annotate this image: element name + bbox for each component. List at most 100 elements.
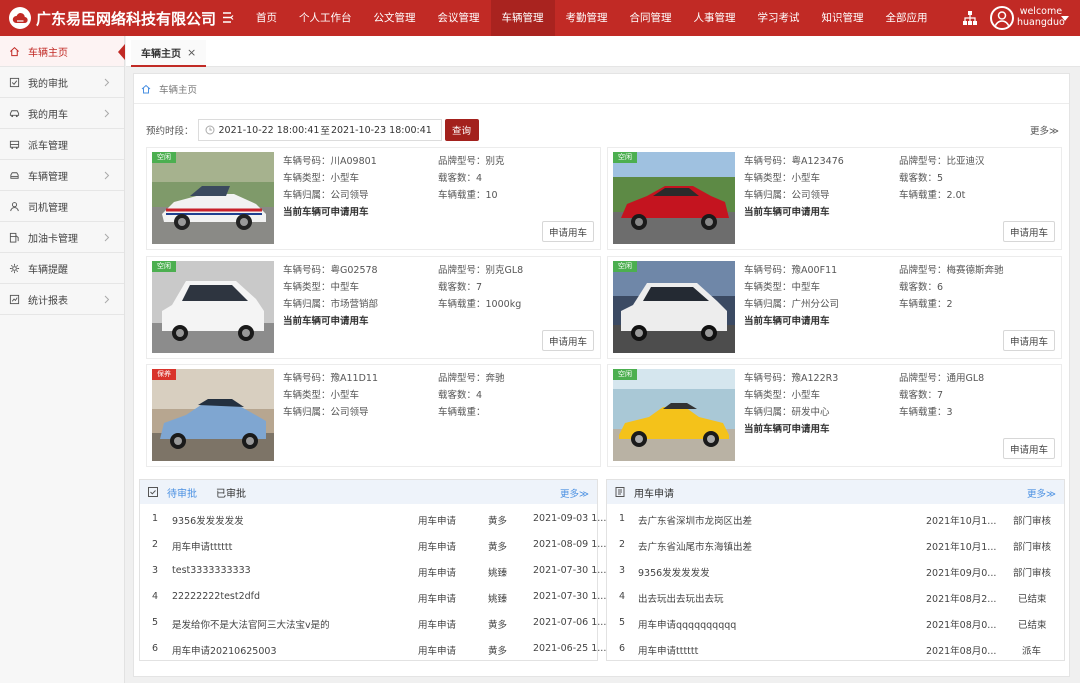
table-row[interactable]: 4 出去玩出去玩出去玩 2021年08月2... 已结束: [607, 584, 1064, 610]
sidebar-item-my-car-use[interactable]: 我的用车: [0, 98, 124, 129]
brand-value: 别克: [485, 156, 505, 167]
apply-car-button[interactable]: 申请用车: [1003, 221, 1055, 242]
table-row[interactable]: 6 用车申请20210625003 用车申请 黄多 2021-06-25 1...: [140, 636, 606, 662]
field-label: 品牌型号：: [899, 265, 947, 276]
apply-car-button[interactable]: 申请用车: [542, 221, 594, 242]
user-menu-caret-icon[interactable]: [1061, 16, 1069, 21]
sidebar-item-drivers[interactable]: 司机管理: [0, 191, 124, 222]
table-row[interactable]: 2 去广东省汕尾市东海镇出差 2021年10月1... 部门审核: [607, 532, 1064, 558]
table-row[interactable]: 1 去广东省深圳市龙岗区出差 2021年10月1... 部门审核: [607, 506, 1064, 532]
table-row[interactable]: 6 用车申请tttttt 2021年08月0... 派车: [607, 636, 1064, 662]
car-icon: [9, 109, 20, 117]
load-field: 车辆载重：: [438, 404, 505, 421]
table-row[interactable]: 1 9356发发发发发 用车申请 黄多 2021-09-03 1...: [140, 506, 606, 532]
nav-contracts[interactable]: 合同管理: [619, 0, 683, 36]
chevron-right-icon: [104, 78, 110, 87]
home-icon: [10, 46, 19, 56]
nav-all-apps[interactable]: 全部应用: [875, 0, 939, 36]
row-title[interactable]: 9356发发发发发: [172, 513, 244, 527]
nav-meetings[interactable]: 会议管理: [427, 0, 491, 36]
field-label: 车辆载重：: [899, 190, 947, 201]
table-row[interactable]: 5 用车申请qqqqqqqqqq 2021年08月0... 已结束: [607, 610, 1064, 636]
apply-car-button[interactable]: 申请用车: [1003, 438, 1055, 459]
car-info-right: 品牌型号：梅赛德斯奔驰 载客数：6 车辆载重：2: [899, 262, 1004, 313]
brand-field: 品牌型号：奔驰: [438, 370, 505, 387]
field-label: 载客数：: [438, 282, 477, 293]
nav-documents[interactable]: 公文管理: [363, 0, 427, 36]
user-avatar-icon[interactable]: [990, 6, 1014, 30]
sidebar-item-vehicle-manage[interactable]: 车辆管理: [0, 160, 124, 191]
fuel-icon: [9, 232, 19, 243]
sidebar-item-reminders[interactable]: 车辆提醒: [0, 253, 124, 284]
gear-icon: [9, 263, 20, 273]
row-title[interactable]: 用车申请20210625003: [172, 643, 277, 657]
sidebar-item-reports[interactable]: 统计报表: [0, 284, 124, 315]
car-info-right: 品牌型号：别克GL8 载客数：7 车辆载重：1000kg: [438, 262, 523, 313]
table-row[interactable]: 3 9356发发发发发 2021年09月0... 部门审核: [607, 558, 1064, 584]
nav-learning[interactable]: 学习考试: [747, 0, 811, 36]
tab-vehicle-home[interactable]: 车辆主页 ×: [131, 40, 207, 67]
car-card: 空闲 车辆号码：川A09801 车辆类型：小型车 车辆归属：公司领导 品牌型号：…: [146, 147, 601, 250]
sidebar-item-vehicle-home[interactable]: 车辆主页: [0, 36, 125, 67]
row-number: 1: [619, 513, 626, 524]
more-link[interactable]: 更多≫: [1030, 123, 1059, 137]
table-row[interactable]: 2 用车申请tttttt 用车申请 黄多 2021-08-09 1...: [140, 532, 606, 558]
row-title[interactable]: 9356发发发发发: [638, 565, 710, 579]
check-square-icon: [9, 77, 20, 87]
row-date: 2021年10月1...: [926, 542, 997, 553]
nav-vehicles[interactable]: 车辆管理: [490, 0, 555, 36]
nav-hr[interactable]: 人事管理: [683, 0, 747, 36]
row-title[interactable]: test3333333333: [172, 565, 251, 576]
sidebar-item-fuel-cards[interactable]: 加油卡管理: [0, 222, 124, 253]
user-name: huangduo: [1017, 17, 1065, 28]
tab-approved[interactable]: 已审批: [216, 485, 246, 500]
row-title[interactable]: 去广东省汕尾市东海镇出差: [638, 539, 752, 553]
row-date: 2021-06-25 1...: [533, 643, 607, 654]
row-title[interactable]: 去广东省深圳市龙岗区出差: [638, 513, 752, 527]
more-link[interactable]: 更多≫: [560, 486, 589, 500]
table-row[interactable]: 5 是发给你不是大法官阿三大法宝v是的 用车申请 黄多 2021-07-06 1...: [140, 610, 606, 636]
seats-field: 载客数：6: [899, 279, 1004, 296]
load-value: 2.0t: [946, 190, 966, 201]
nav-attendance[interactable]: 考勤管理: [555, 0, 619, 36]
nav-home[interactable]: 首页: [245, 0, 288, 36]
seats-field: 载客数：7: [438, 279, 523, 296]
row-number: 6: [152, 643, 159, 654]
sidebar-item-my-approvals[interactable]: 我的审批: [0, 67, 124, 98]
row-title[interactable]: 22222222test2dfd: [172, 591, 260, 602]
plate-value: 粤G02578: [330, 265, 378, 276]
tab-bar: 车辆主页 ×: [126, 36, 1080, 67]
plate-field: 车辆号码：粤G02578: [283, 262, 378, 279]
nav-knowledge[interactable]: 知识管理: [811, 0, 875, 36]
user-info[interactable]: welcome huangduo: [1017, 6, 1065, 28]
tab-pending[interactable]: 待审批: [167, 485, 197, 500]
field-label: 车辆类型：: [283, 390, 331, 401]
row-status: 部门审核: [1013, 516, 1052, 527]
car-photo: [152, 369, 274, 461]
row-title[interactable]: 用车申请tttttt: [172, 539, 232, 553]
type-value: 中型车: [330, 282, 360, 293]
query-button[interactable]: 查询: [444, 119, 479, 141]
row-title[interactable]: 用车申请tttttt: [638, 643, 698, 657]
seats-value: 7: [476, 282, 483, 293]
availability-text: 当前车辆可申请用车: [283, 316, 369, 327]
nav-workbench[interactable]: 个人工作台: [288, 0, 363, 36]
row-date: 2021年09月0...: [926, 568, 997, 579]
row-title[interactable]: 用车申请qqqqqqqqqq: [638, 617, 736, 631]
owner-field: 车辆归属：公司领导: [744, 187, 844, 204]
owner-field: 车辆归属：市场营销部: [283, 296, 378, 313]
apply-car-button[interactable]: 申请用车: [542, 330, 594, 351]
status-badge: 空闲: [613, 369, 637, 380]
org-chart-icon[interactable]: [962, 10, 978, 26]
apply-car-button[interactable]: 申请用车: [1003, 330, 1055, 351]
table-row[interactable]: 4 22222222test2dfd 用车申请 姚臻 2021-07-30 1...: [140, 584, 606, 610]
menu-toggle-icon[interactable]: [222, 11, 235, 24]
close-icon[interactable]: ×: [187, 46, 196, 59]
sidebar-item-dispatch[interactable]: 派车管理: [0, 129, 124, 160]
more-link[interactable]: 更多≫: [1027, 486, 1056, 500]
row-title[interactable]: 是发给你不是大法官阿三大法宝v是的: [172, 617, 330, 631]
date-range-input[interactable]: 2021-10-22 18:00:41 至 2021-10-23 18:00:4…: [197, 119, 442, 141]
table-row[interactable]: 3 test3333333333 用车申请 姚臻 2021-07-30 1...: [140, 558, 606, 584]
row-title[interactable]: 出去玩出去玩出去玩: [638, 591, 724, 605]
car-photo: [152, 261, 274, 353]
